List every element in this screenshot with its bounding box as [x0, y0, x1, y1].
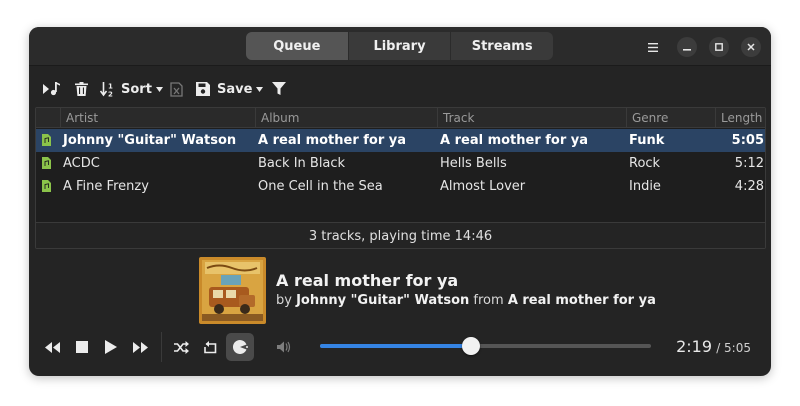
column-track[interactable]: Track — [437, 108, 626, 128]
play-button[interactable] — [99, 335, 123, 359]
close-icon — [747, 43, 755, 51]
by-label: by — [276, 293, 292, 308]
elapsed-time: 2:19 — [676, 337, 713, 356]
crop-playlist-icon — [170, 81, 183, 97]
cell-length: 5:12 — [734, 156, 764, 171]
play-next-icon — [43, 82, 60, 96]
menu-button[interactable] — [643, 37, 663, 57]
album-art-image — [199, 257, 266, 324]
sort-label: Sort — [121, 81, 152, 97]
repeat-icon — [203, 341, 216, 354]
column-album[interactable]: Album — [255, 108, 437, 128]
time-display: 2:19 / 5:05 — [676, 337, 751, 356]
chevron-down-icon — [155, 86, 163, 92]
header-bar: Queue Library Streams — [29, 27, 771, 66]
next-icon — [132, 341, 148, 353]
maximize-icon — [715, 43, 723, 51]
cell-track: Almost Lover — [440, 179, 526, 194]
tab-streams[interactable]: Streams — [451, 32, 553, 60]
column-genre[interactable]: Genre — [626, 108, 715, 128]
cell-length: 4:28 — [734, 179, 764, 194]
maximize-button[interactable] — [709, 37, 729, 57]
next-button[interactable] — [128, 335, 152, 359]
minimize-icon — [683, 49, 691, 51]
cell-genre: Indie — [629, 179, 661, 194]
filter-button[interactable] — [272, 79, 286, 99]
view-switcher: Queue Library Streams — [246, 32, 553, 60]
album-cover[interactable] — [199, 257, 266, 324]
cell-track: A real mother for ya — [440, 133, 589, 148]
svg-text:2: 2 — [108, 90, 113, 97]
tab-queue[interactable]: Queue — [246, 32, 349, 60]
now-playing-subtitle: by Johnny "Guitar" Watson from A real mo… — [276, 293, 656, 308]
shuffle-button[interactable] — [169, 335, 193, 359]
table-row[interactable]: A Fine Frenzy One Cell in the Sea Almost… — [36, 175, 765, 198]
minimize-button[interactable] — [677, 37, 697, 57]
seek-handle[interactable] — [461, 337, 480, 355]
column-length[interactable]: Length — [715, 108, 765, 128]
cell-genre: Funk — [629, 133, 665, 148]
previous-icon — [44, 341, 60, 353]
now-playing-album: A real mother for ya — [507, 293, 656, 308]
consume-button[interactable] — [226, 333, 254, 361]
sort-icon: 1 2 — [100, 81, 113, 97]
table-header: Artist Album Track Genre Length — [36, 108, 765, 128]
table-row[interactable]: Johnny "Guitar" Watson A real mother for… — [36, 129, 765, 152]
volume-button[interactable] — [272, 335, 296, 359]
audio-file-icon — [42, 180, 51, 192]
menu-icon — [648, 42, 658, 52]
volume-muted-icon — [277, 341, 291, 353]
app-window: Queue Library Streams 1 2 Sort Save Arti… — [29, 27, 771, 376]
cell-album: A real mother for ya — [258, 133, 407, 148]
save-button[interactable]: Save — [196, 79, 264, 99]
column-artist[interactable]: Artist — [60, 108, 255, 128]
queue-list[interactable]: Artist Album Track Genre Length Johnny "… — [35, 107, 766, 249]
now-playing-artist: Johnny "Guitar" Watson — [296, 293, 470, 308]
stop-button[interactable] — [70, 335, 94, 359]
play-icon — [105, 340, 117, 354]
cell-length: 5:05 — [731, 133, 764, 148]
stop-icon — [76, 341, 88, 353]
cell-artist: Johnny "Guitar" Watson — [63, 133, 237, 148]
cell-artist: ACDC — [63, 156, 100, 171]
table-row[interactable]: ACDC Back In Black Hells Bells Rock 5:12 — [36, 152, 765, 175]
total-time: / 5:05 — [716, 341, 751, 355]
chevron-down-icon — [256, 86, 264, 92]
close-button[interactable] — [741, 37, 761, 57]
crop-queue-button[interactable] — [170, 79, 184, 99]
previous-button[interactable] — [40, 335, 64, 359]
shuffle-icon — [173, 340, 189, 354]
queue-summary: 3 tracks, playing time 14:46 — [36, 222, 765, 248]
save-label: Save — [217, 81, 253, 97]
seek-progress — [320, 344, 471, 348]
cell-album: One Cell in the Sea — [258, 179, 383, 194]
queue-toolbar: 1 2 Sort Save — [29, 67, 771, 107]
cell-album: Back In Black — [258, 156, 346, 171]
add-to-queue-button[interactable] — [43, 79, 60, 99]
svg-text:1: 1 — [108, 82, 113, 90]
repeat-button[interactable] — [198, 335, 222, 359]
save-icon — [196, 82, 210, 96]
now-playing-title: A real mother for ya — [276, 271, 459, 290]
consume-icon — [232, 340, 248, 354]
from-label: from — [473, 293, 504, 308]
seek-bar[interactable] — [320, 337, 651, 355]
cell-genre: Rock — [629, 156, 661, 171]
audio-file-icon — [42, 157, 51, 169]
controls-separator — [161, 332, 162, 362]
cell-track: Hells Bells — [440, 156, 507, 171]
filter-icon — [272, 82, 286, 95]
audio-file-icon — [42, 134, 51, 146]
tab-library[interactable]: Library — [349, 32, 452, 60]
cell-artist: A Fine Frenzy — [63, 179, 149, 194]
sort-button[interactable]: 1 2 Sort — [100, 79, 163, 99]
trash-icon — [75, 82, 88, 96]
clear-queue-button[interactable] — [75, 79, 88, 99]
